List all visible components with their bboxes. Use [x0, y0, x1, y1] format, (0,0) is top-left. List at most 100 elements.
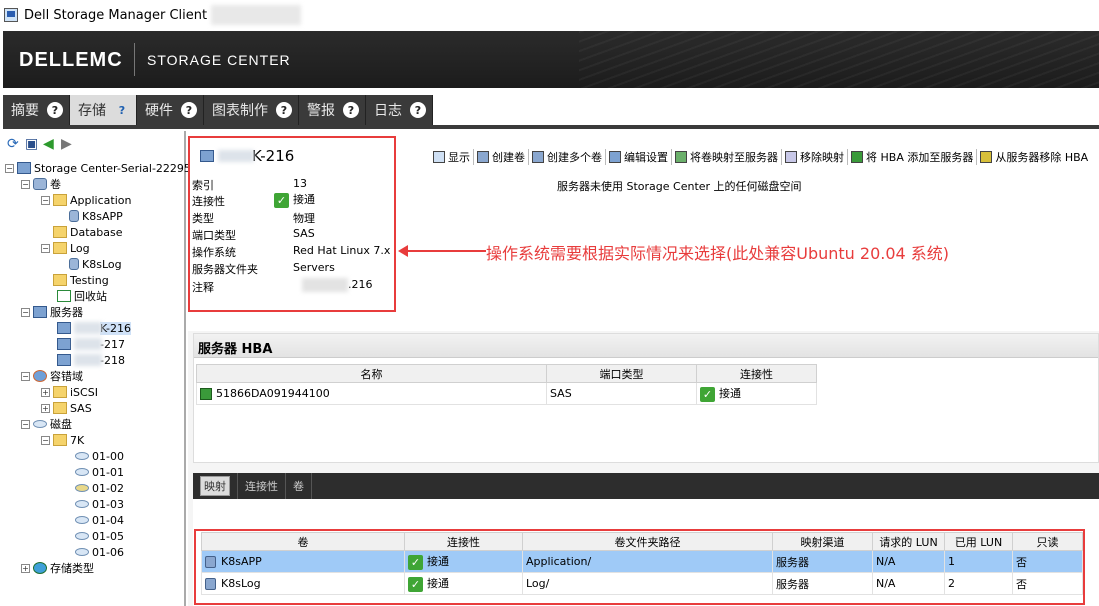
- tree-testing[interactable]: Testing: [53, 272, 109, 288]
- app-header: DELLEMC STORAGE CENTER: [3, 31, 1099, 88]
- create-volume-button[interactable]: 创建卷: [474, 149, 529, 165]
- help-icon[interactable]: ?: [410, 102, 426, 118]
- help-icon[interactable]: ?: [276, 102, 292, 118]
- folder-icon: [53, 274, 67, 286]
- navigation-tree-panel: ⟳ ▣ ◀ ▶ − Storage Center-Serial-222950 − 卷…: [3, 131, 198, 606]
- tab-hardware[interactable]: 硬件?: [137, 95, 204, 125]
- redacted-area: [211, 5, 302, 25]
- tree-disk-item[interactable]: 01-00: [75, 448, 124, 464]
- add-hba-icon: [851, 151, 863, 163]
- main-panel: K-216 显示 创建卷 创建多个卷 编辑设置 将卷映射至服务器 移除映射 将 …: [188, 131, 1099, 606]
- folder-icon: [53, 226, 67, 238]
- tree-toolbar: ⟳ ▣ ◀ ▶: [7, 137, 75, 151]
- tree-disk-item[interactable]: 01-05: [75, 528, 124, 544]
- help-icon[interactable]: ?: [181, 102, 197, 118]
- tree-disk-item[interactable]: 01-06: [75, 544, 124, 560]
- tab-mapping[interactable]: 映射: [193, 473, 238, 499]
- create-multiple-volumes-button[interactable]: 创建多个卷: [529, 149, 606, 165]
- volumes-icon: [33, 178, 47, 190]
- tree-servers[interactable]: − 服务器: [21, 304, 83, 320]
- server-info-area: K-216 显示 创建卷 创建多个卷 编辑设置 将卷映射至服务器 移除映射 将 …: [188, 131, 1099, 331]
- fault-domain-icon: [33, 370, 47, 382]
- forward-arrow-icon[interactable]: ▶: [61, 137, 75, 151]
- tree-disk-item[interactable]: 01-02: [75, 480, 124, 496]
- remove-mapping-icon: [785, 151, 797, 163]
- tree-storage-types[interactable]: + 存储类型: [21, 560, 94, 576]
- tab-summary[interactable]: 摘要?: [3, 95, 70, 125]
- tab-connectivity[interactable]: 连接性: [238, 473, 286, 499]
- server-toolbar: 显示 创建卷 创建多个卷 编辑设置 将卷映射至服务器 移除映射 将 HBA 添加…: [430, 149, 1091, 165]
- tree-server-217[interactable]: -217: [57, 336, 125, 352]
- product-name: STORAGE CENTER: [147, 52, 291, 68]
- window-title: Dell Storage Manager Client: [24, 7, 208, 23]
- help-icon[interactable]: ?: [114, 102, 130, 118]
- tree-k8sapp[interactable]: K8sAPP: [69, 208, 123, 224]
- brand-logo: DELLEMC: [19, 49, 123, 71]
- tree-application[interactable]: − Application: [41, 192, 131, 208]
- detail-tabs: 映射 连接性 卷: [193, 473, 1099, 499]
- tree-disk-item[interactable]: 01-04: [75, 512, 124, 528]
- highlight-box-properties: [188, 136, 396, 312]
- tree-log[interactable]: − Log: [41, 240, 90, 256]
- tree-volumes[interactable]: − 卷: [21, 176, 61, 192]
- show-icon: [433, 151, 445, 163]
- tree-fault-domains[interactable]: − 容错域: [21, 368, 83, 384]
- tree-sas[interactable]: + SAS: [41, 400, 92, 416]
- tree-disk-7k[interactable]: −7K: [41, 432, 84, 448]
- hba-col-name[interactable]: 名称: [196, 364, 547, 383]
- create-multiple-volumes-icon: [532, 151, 544, 163]
- volume-icon: [69, 258, 79, 270]
- tree-disk-item[interactable]: 01-03: [75, 496, 124, 512]
- storage-types-icon: [33, 562, 47, 574]
- app-icon: [4, 8, 18, 22]
- help-icon[interactable]: ?: [47, 102, 63, 118]
- tree-root[interactable]: − Storage Center-Serial-222950: [5, 160, 198, 176]
- tab-volumes[interactable]: 卷: [286, 473, 312, 499]
- remove-hba-button[interactable]: 从服务器移除 HBA: [977, 149, 1091, 165]
- tab-charting[interactable]: 图表制作?: [204, 95, 299, 125]
- tree-recycle-bin[interactable]: 回收站: [57, 288, 107, 304]
- disk-icon: [75, 452, 89, 460]
- save-icon[interactable]: ▣: [25, 137, 39, 151]
- check-icon: ✓: [700, 386, 715, 402]
- volume-icon: [69, 210, 79, 222]
- add-hba-button[interactable]: 将 HBA 添加至服务器: [848, 149, 978, 165]
- storage-center-icon: [17, 162, 31, 174]
- help-icon[interactable]: ?: [343, 102, 359, 118]
- tree-disk-item[interactable]: 01-01: [75, 464, 124, 480]
- hba-title: 服务器 HBA: [194, 334, 1098, 358]
- tree-k8slog[interactable]: K8sLog: [69, 256, 122, 272]
- remove-hba-icon: [980, 151, 993, 163]
- refresh-icon[interactable]: ⟳: [7, 137, 21, 151]
- folder-icon: [53, 386, 67, 398]
- disk-icon: [75, 532, 89, 540]
- annotation-text: 操作系统需要根据实际情况来选择(此处兼容Ubuntu 20.04 系统): [486, 244, 950, 263]
- folder-icon: [53, 434, 67, 446]
- servers-icon: [33, 306, 47, 318]
- tree-server-218[interactable]: -218: [57, 352, 125, 368]
- tree-server-216[interactable]: K-216: [57, 320, 132, 336]
- hba-col-conn[interactable]: 连接性: [696, 364, 817, 383]
- tree-iscsi[interactable]: + iSCSI: [41, 384, 98, 400]
- server-icon: [57, 338, 71, 350]
- server-icon: [57, 354, 71, 366]
- edit-settings-button[interactable]: 编辑设置: [606, 149, 672, 165]
- disk-icon: [75, 484, 89, 492]
- folder-icon: [53, 402, 67, 414]
- remove-mapping-button[interactable]: 移除映射: [782, 149, 848, 165]
- create-volume-icon: [477, 151, 489, 163]
- table-row[interactable]: 51866DA091944100 SAS ✓ 接通: [196, 382, 817, 405]
- disks-icon: [33, 420, 47, 428]
- tree-disks[interactable]: − 磁盘: [21, 416, 72, 432]
- disk-icon: [75, 500, 89, 508]
- tab-underline: [3, 125, 1099, 129]
- tab-alerts[interactable]: 警报?: [299, 95, 366, 125]
- tab-logs[interactable]: 日志?: [366, 95, 433, 125]
- tree-database[interactable]: Database: [53, 224, 123, 240]
- map-volume-icon: [675, 151, 687, 163]
- tab-storage[interactable]: 存储?: [70, 95, 137, 125]
- show-button[interactable]: 显示: [430, 149, 474, 165]
- back-arrow-icon[interactable]: ◀: [43, 137, 57, 151]
- hba-col-port[interactable]: 端口类型: [546, 364, 697, 383]
- map-volume-button[interactable]: 将卷映射至服务器: [672, 149, 782, 165]
